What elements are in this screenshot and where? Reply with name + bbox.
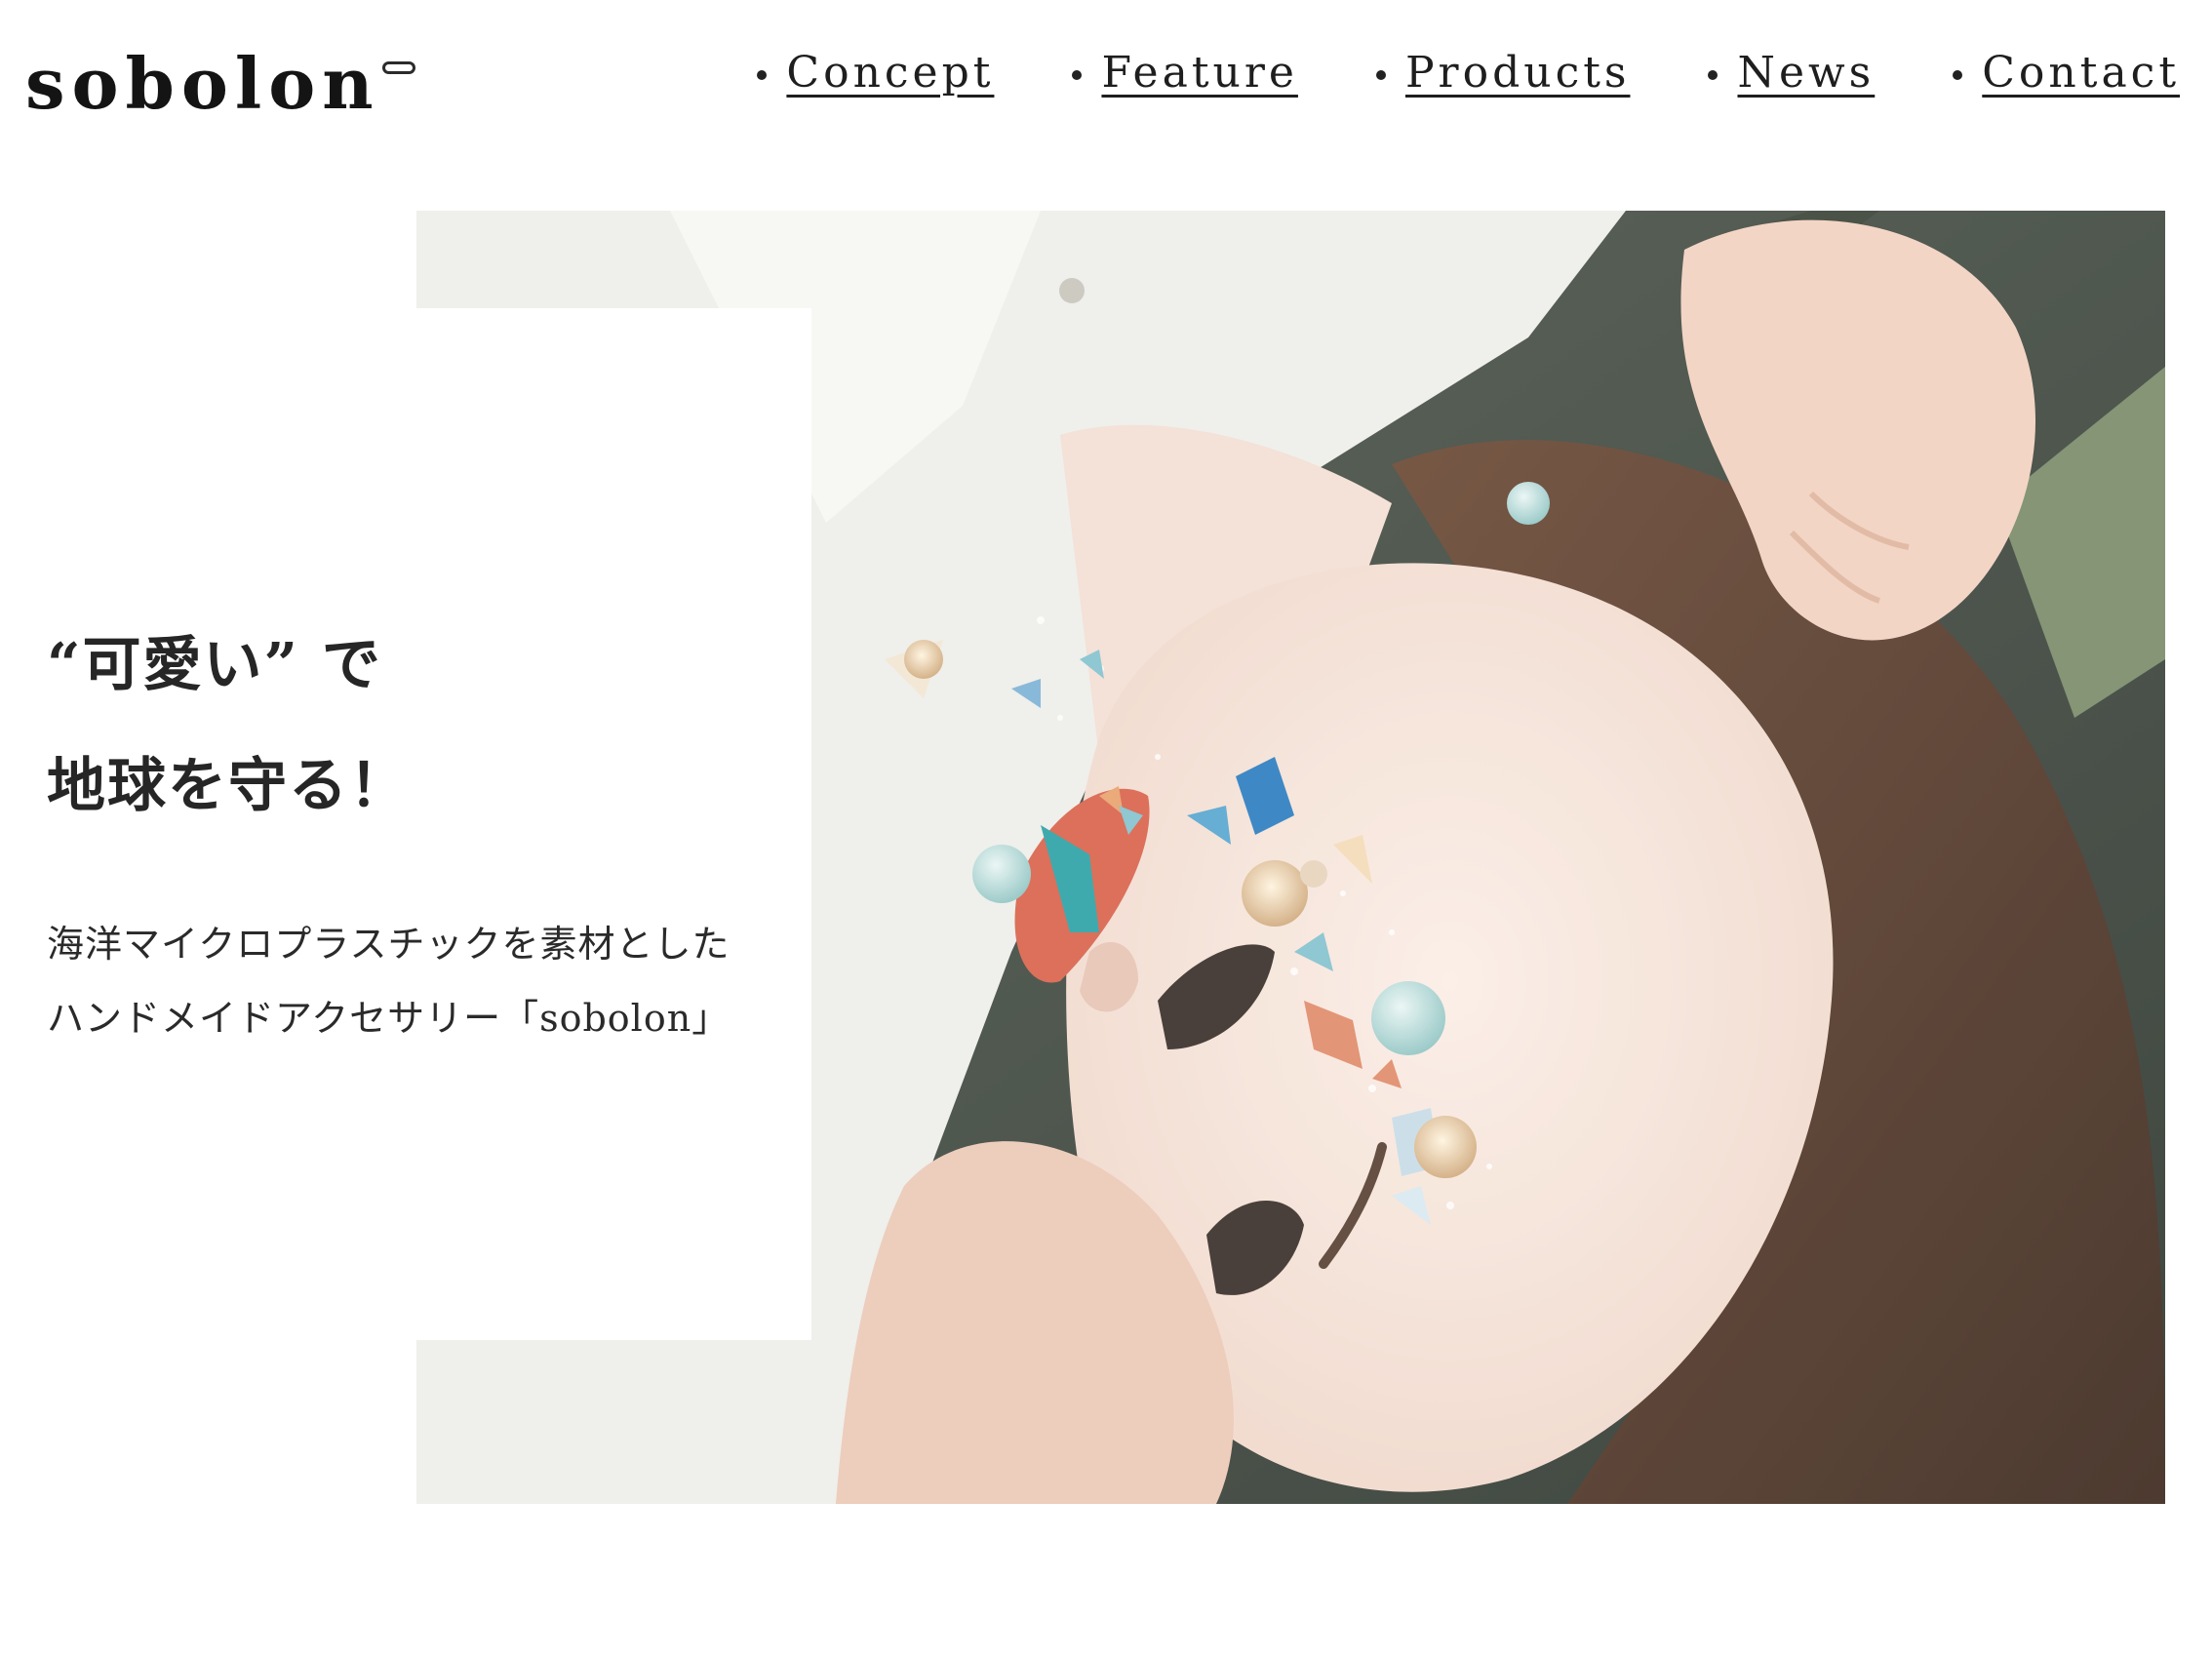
- bullet-icon: [757, 70, 768, 80]
- main-nav: Concept Feature Products News Contact: [757, 43, 2180, 101]
- nav-link-news[interactable]: News: [1737, 48, 1875, 98]
- nav-item-news: News: [1708, 48, 1875, 98]
- hero-headline: “可愛い” で 地球を守る！: [47, 605, 410, 847]
- bullet-icon: [1953, 70, 1963, 80]
- bullet-icon: [1072, 70, 1083, 80]
- nav-item-concept: Concept: [757, 48, 994, 98]
- nav-link-contact[interactable]: Contact: [1982, 48, 2180, 98]
- subcopy-line-1: 海洋マイクロプラスチックを素材とした: [47, 923, 731, 966]
- nav-item-products: Products: [1375, 48, 1631, 98]
- site-logo[interactable]: sobolon: [25, 35, 415, 133]
- bullet-icon: [1375, 70, 1386, 80]
- nav-link-products[interactable]: Products: [1405, 48, 1631, 98]
- nav-link-concept[interactable]: Concept: [786, 48, 994, 98]
- logo-capsule-icon: [381, 60, 415, 74]
- bullet-icon: [1708, 70, 1718, 80]
- nav-item-contact: Contact: [1953, 48, 2180, 98]
- nav-item-feature: Feature: [1072, 48, 1298, 98]
- hero-subcopy: 海洋マイクロプラスチックを素材とした ハンドメイドアクセサリー「sobolon」: [47, 907, 730, 1055]
- subcopy-line-2: ハンドメイドアクセサリー「sobolon」: [47, 997, 731, 1040]
- nav-link-feature[interactable]: Feature: [1101, 48, 1298, 98]
- headline-line-1: “可愛い” で: [47, 631, 382, 699]
- headline-line-2: 地球を守る！: [47, 752, 410, 820]
- logo-text: sobolon: [25, 42, 380, 125]
